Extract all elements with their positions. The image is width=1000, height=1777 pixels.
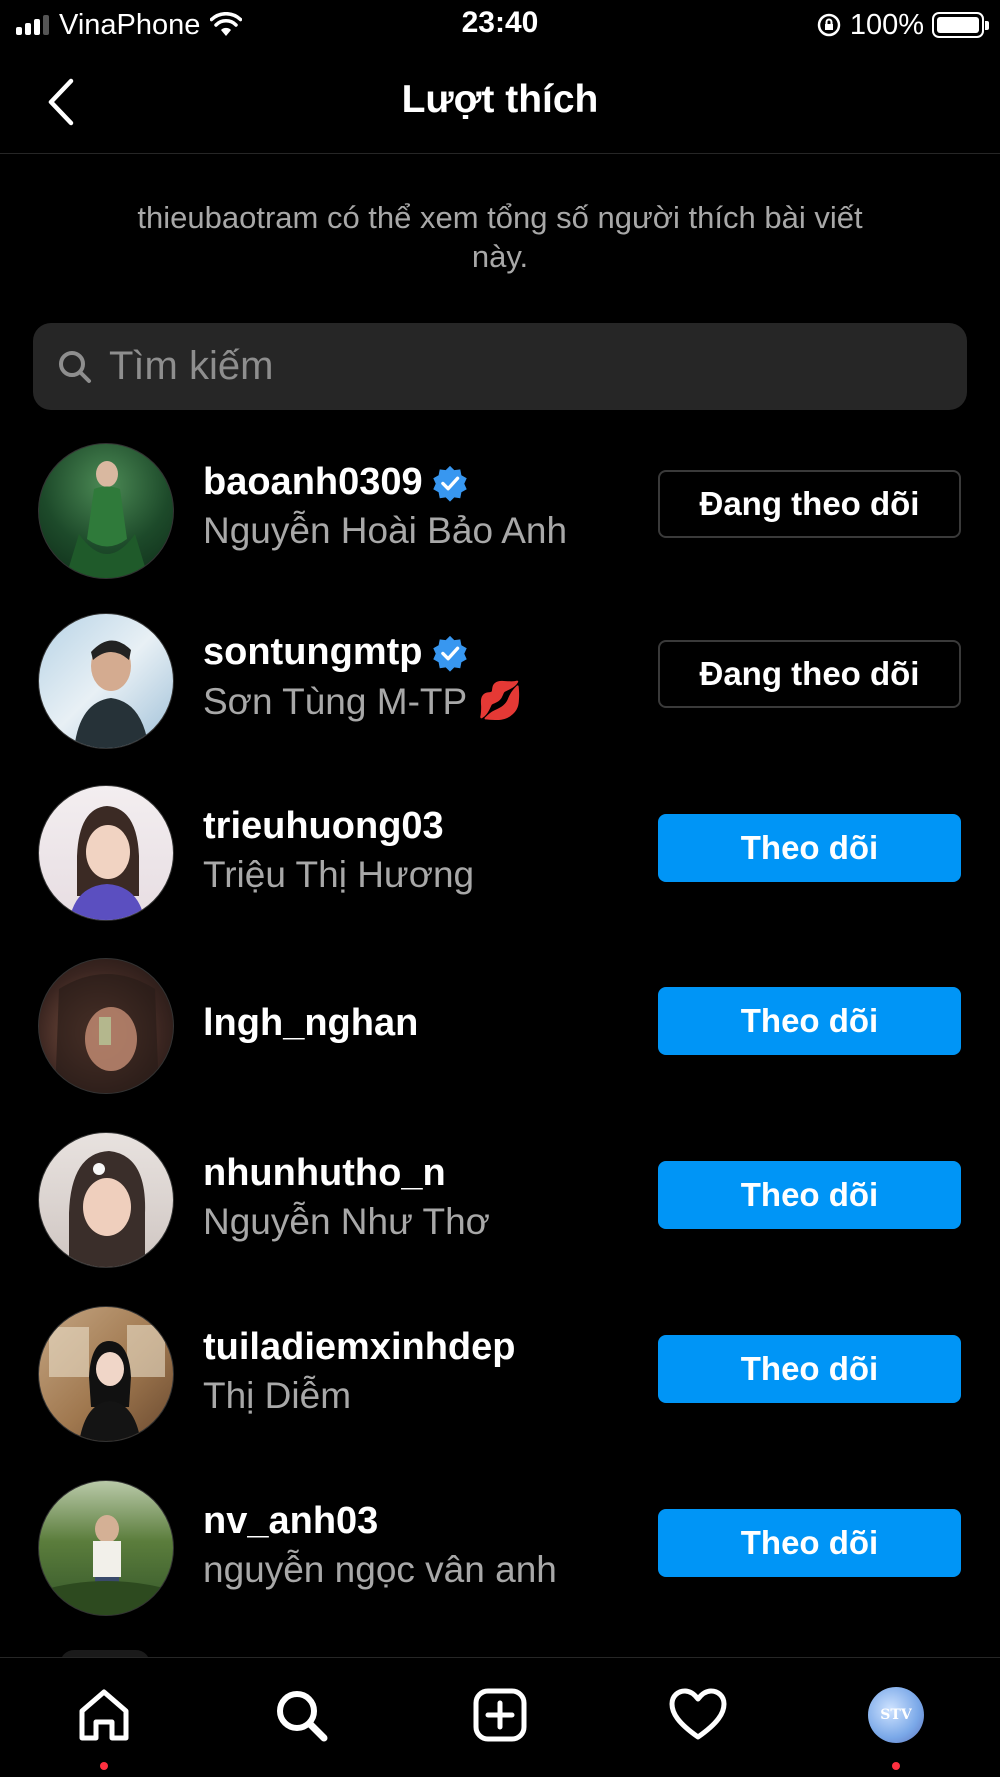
nav-activity[interactable]	[663, 1680, 733, 1750]
follow-button[interactable]: Theo dõi	[658, 814, 961, 882]
user-row[interactable]: lngh_nghan Theo dõi	[0, 958, 1000, 1118]
nav-new-post[interactable]	[465, 1680, 535, 1750]
search-icon	[59, 350, 91, 383]
full-name: Nguyễn Hoài Bảo Anh	[203, 510, 568, 551]
avatar[interactable]	[38, 443, 174, 579]
new-post-icon	[473, 1688, 527, 1742]
battery-percent: 100%	[849, 8, 924, 41]
username[interactable]: tuiladiemxinhdep	[203, 1326, 515, 1369]
profile-avatar: STV	[868, 1687, 924, 1743]
nav-profile[interactable]: STV	[861, 1680, 931, 1750]
avatar[interactable]	[38, 1132, 174, 1268]
avatar[interactable]	[38, 785, 174, 921]
header: Lượt thích	[0, 52, 1000, 154]
search-bar[interactable]	[33, 323, 967, 410]
user-row[interactable]: nhunhutho_n Nguyễn Như Thơ Theo dõi	[0, 1132, 1000, 1292]
activity-heart-icon	[669, 1688, 727, 1740]
avatar[interactable]	[38, 613, 174, 749]
search-icon	[277, 1691, 328, 1742]
username[interactable]: sontungmtp	[203, 631, 423, 674]
follow-button[interactable]: Theo dõi	[658, 1509, 961, 1577]
username[interactable]: nv_anh03	[203, 1500, 378, 1543]
battery-icon	[932, 12, 989, 38]
full-name: Nguyễn Như Thơ	[203, 1201, 490, 1242]
orientation-lock-icon	[817, 13, 841, 37]
avatar[interactable]	[38, 1480, 174, 1616]
full-name: Thị Diễm	[203, 1375, 352, 1416]
nav-search[interactable]	[266, 1680, 336, 1750]
user-row[interactable]: sontungmtp Sơn Tùng M-TP 💋 Đang theo dõi	[0, 613, 1000, 773]
username[interactable]: baoanh0309	[203, 461, 423, 504]
notification-dot	[100, 1762, 108, 1770]
username[interactable]: trieuhuong03	[203, 805, 444, 848]
bottom-nav: STV	[0, 1657, 1000, 1777]
full-name: Triệu Thị Hương	[203, 854, 475, 895]
user-row[interactable]: baoanh0309 Nguyễn Hoài Bảo Anh Đang theo…	[0, 443, 1000, 603]
verified-badge-icon	[432, 635, 467, 672]
search-input[interactable]	[109, 344, 909, 389]
full-name: Sơn Tùng M-TP	[203, 680, 468, 722]
user-row[interactable]: tuiladiemxinhdep Thị Diễm Theo dõi	[0, 1306, 1000, 1466]
avatar[interactable]	[38, 958, 174, 1094]
likes-screen: VinaPhone 23:40 100% Lượt thích thieubao…	[0, 0, 1000, 1777]
lips-emoji: 💋	[477, 680, 524, 721]
user-row[interactable]: trieuhuong03 Triệu Thị Hương Theo dõi	[0, 785, 1000, 945]
status-bar: VinaPhone 23:40 100%	[0, 0, 1000, 52]
likes-visibility-notice: thieubaotram có thể xem tổng số người th…	[137, 200, 863, 274]
page-title: Lượt thích	[401, 78, 599, 121]
notification-dot	[892, 1762, 900, 1770]
follow-button[interactable]: Theo dõi	[658, 987, 961, 1055]
full-name: nguyễn ngọc vân anh	[203, 1549, 557, 1590]
nav-home[interactable]	[69, 1680, 139, 1750]
follow-button[interactable]: Theo dõi	[658, 1335, 961, 1403]
avatar[interactable]	[38, 1306, 174, 1442]
username[interactable]: nhunhutho_n	[203, 1152, 446, 1195]
following-button[interactable]: Đang theo dõi	[658, 470, 961, 538]
follow-button[interactable]: Theo dõi	[658, 1161, 961, 1229]
user-row[interactable]: nv_anh03 nguyễn ngọc vân anh Theo dõi	[0, 1480, 1000, 1640]
home-icon	[79, 1689, 129, 1741]
following-button[interactable]: Đang theo dõi	[658, 640, 961, 708]
verified-badge-icon	[432, 465, 467, 502]
username[interactable]: lngh_nghan	[203, 1002, 418, 1045]
